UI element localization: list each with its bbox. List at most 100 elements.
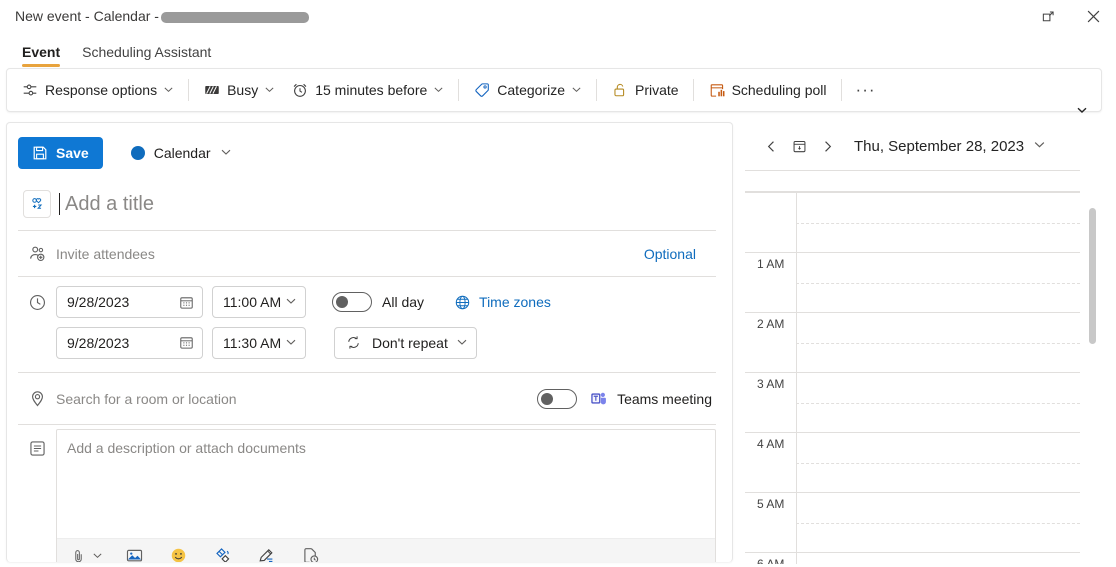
calendar-picker[interactable]: Calendar — [125, 141, 238, 165]
attach-file-button[interactable] — [65, 543, 91, 562]
time-zones-button[interactable]: Time zones — [454, 294, 551, 311]
save-button[interactable]: Save — [18, 137, 103, 169]
calendar-hour-label: 6 AM — [757, 557, 785, 564]
ink-pen-button[interactable] — [253, 543, 279, 563]
optional-attendees-link[interactable]: Optional — [644, 246, 696, 262]
start-time-select[interactable]: 11:00 AM — [212, 286, 306, 318]
ribbon-divider — [188, 79, 190, 101]
calendar-hour-label: 2 AM — [757, 317, 785, 331]
start-date-input[interactable]: 9/28/2023 — [56, 286, 203, 318]
attendees-field-icon-slot — [18, 244, 56, 263]
repeat-select[interactable]: Don't repeat — [334, 326, 477, 359]
calendar-hour-row[interactable]: 1 AM — [745, 252, 1080, 312]
start-date-value: 9/28/2023 — [67, 294, 130, 310]
chevron-down-icon — [1077, 107, 1087, 113]
title-suggestion-button[interactable] — [23, 189, 51, 218]
clock-icon — [29, 294, 45, 310]
teams-meeting-toggle-knob — [541, 392, 554, 405]
ribbon-categorize-button[interactable]: Categorize — [465, 74, 590, 106]
calendar-hour-label: 5 AM — [757, 497, 785, 511]
calendar-hour-row[interactable]: 5 AM — [745, 492, 1080, 552]
chevron-down-icon — [92, 548, 103, 563]
title-input[interactable]: Add a title — [56, 192, 716, 216]
ribbon-reminder-label: 15 minutes before — [315, 82, 428, 98]
calendar-hour-row[interactable]: 4 AM — [745, 432, 1080, 492]
format-painter-button[interactable] — [209, 543, 235, 562]
calendar-hour-slot[interactable] — [796, 253, 1080, 312]
chevron-down-icon — [571, 82, 582, 98]
globe-icon — [455, 295, 470, 309]
insert-picture-icon — [126, 549, 142, 562]
tab-event[interactable]: Event — [11, 44, 71, 67]
format-painter-icon — [215, 548, 229, 562]
calendar-hour-slot[interactable] — [796, 373, 1080, 432]
description-field-icon-slot — [18, 429, 56, 562]
location-pin-icon — [31, 391, 43, 407]
tab-scheduling-assistant[interactable]: Scheduling Assistant — [71, 44, 222, 67]
calendar-hour-row[interactable]: 3 AM — [745, 372, 1080, 432]
calendar-hour-label: 1 AM — [757, 257, 785, 271]
close-window-button[interactable] — [1071, 0, 1116, 32]
calendar-hour-slot[interactable] — [796, 553, 1080, 564]
attendees-field-row: Invite attendees Optional — [18, 231, 716, 277]
calendar-hour-slot[interactable] — [796, 193, 1080, 252]
ribbon-busy-button[interactable]: Busy — [195, 74, 283, 106]
insert-picture-button[interactable] — [121, 543, 147, 563]
repeat-value: Don't repeat — [372, 334, 448, 351]
teams-meeting-toggle[interactable] — [537, 388, 578, 409]
busy-status-icon — [205, 85, 219, 95]
chevron-right-icon — [824, 140, 831, 152]
calendar-hour-row[interactable] — [745, 192, 1080, 252]
title-placeholder: Add a title — [65, 192, 154, 215]
close-icon — [1087, 10, 1100, 22]
calendar-hour-slot[interactable] — [796, 493, 1080, 552]
calendar-scrollbar-thumb[interactable] — [1089, 208, 1096, 344]
description-placeholder: Add a description or attach documents — [67, 440, 306, 456]
location-field-row: Search for a room or location Teams meet… — [18, 373, 716, 425]
ribbon-response-options-button[interactable]: Response options — [13, 74, 182, 106]
loop-component-button[interactable] — [297, 543, 323, 562]
end-time-select[interactable]: 11:30 AM — [212, 326, 306, 359]
calendar-hour-row[interactable]: 6 AM — [745, 552, 1080, 564]
calendar-icon — [180, 296, 193, 309]
ribbon-reminder-button[interactable]: 15 minutes before — [283, 74, 452, 106]
description-box: Add a description or attach documents — [56, 429, 716, 562]
chevron-down-icon — [456, 335, 468, 351]
start-time-value: 11:00 AM — [223, 294, 282, 310]
calendar-next-day-button[interactable] — [814, 133, 840, 159]
collapse-ribbon-button[interactable] — [1071, 99, 1093, 121]
ribbon-categorize-label: Categorize — [497, 82, 565, 98]
ribbon-divider — [692, 79, 694, 101]
location-input[interactable]: Search for a room or location — [56, 391, 537, 407]
ribbon-more-options-button[interactable]: ··· — [848, 74, 884, 106]
calendar-prev-day-button[interactable] — [758, 133, 784, 159]
calendar-hour-row[interactable]: 2 AM — [745, 312, 1080, 372]
attendees-input[interactable]: Invite attendees — [56, 246, 644, 262]
calendar-date-picker[interactable]: Thu, September 28, 2023 — [850, 135, 1050, 158]
calendar-hour-slot[interactable] — [796, 313, 1080, 372]
calendar-hour-label — [745, 193, 796, 252]
calendar-header: Thu, September 28, 2023 — [745, 122, 1116, 170]
chevron-down-icon — [285, 335, 297, 351]
end-date-input[interactable]: 9/28/2023 — [56, 326, 203, 359]
attendees-placeholder: Invite attendees — [56, 245, 155, 262]
add-people-icon — [29, 246, 44, 262]
teams-icon — [591, 392, 606, 405]
description-input[interactable]: Add a description or attach documents — [57, 430, 715, 538]
ribbon-scheduling-poll-button[interactable]: Scheduling poll — [700, 74, 835, 106]
calendar-time-grid[interactable]: 1 AM 2 AM 3 AM 4 AM 5 AM 6 AM — [745, 192, 1116, 564]
attach-file-group[interactable] — [65, 543, 103, 563]
calendar-scrollbar-track[interactable] — [1089, 192, 1106, 564]
end-date-value: 9/28/2023 — [67, 334, 130, 351]
calendar-all-day-row[interactable] — [745, 170, 1080, 192]
window-title-text: New event - Calendar - — [15, 8, 159, 24]
ink-pen-icon — [258, 548, 273, 562]
title-bar: New event - Calendar - — [0, 0, 1116, 32]
emoji-button[interactable] — [165, 543, 191, 562]
calendar-today-button[interactable] — [786, 133, 812, 159]
all-day-toggle[interactable] — [332, 292, 372, 312]
more-options-icon: ··· — [855, 80, 876, 99]
calendar-hour-slot[interactable] — [796, 433, 1080, 492]
ribbon-private-button[interactable]: Private — [603, 74, 687, 106]
popout-window-button[interactable] — [1026, 0, 1071, 32]
